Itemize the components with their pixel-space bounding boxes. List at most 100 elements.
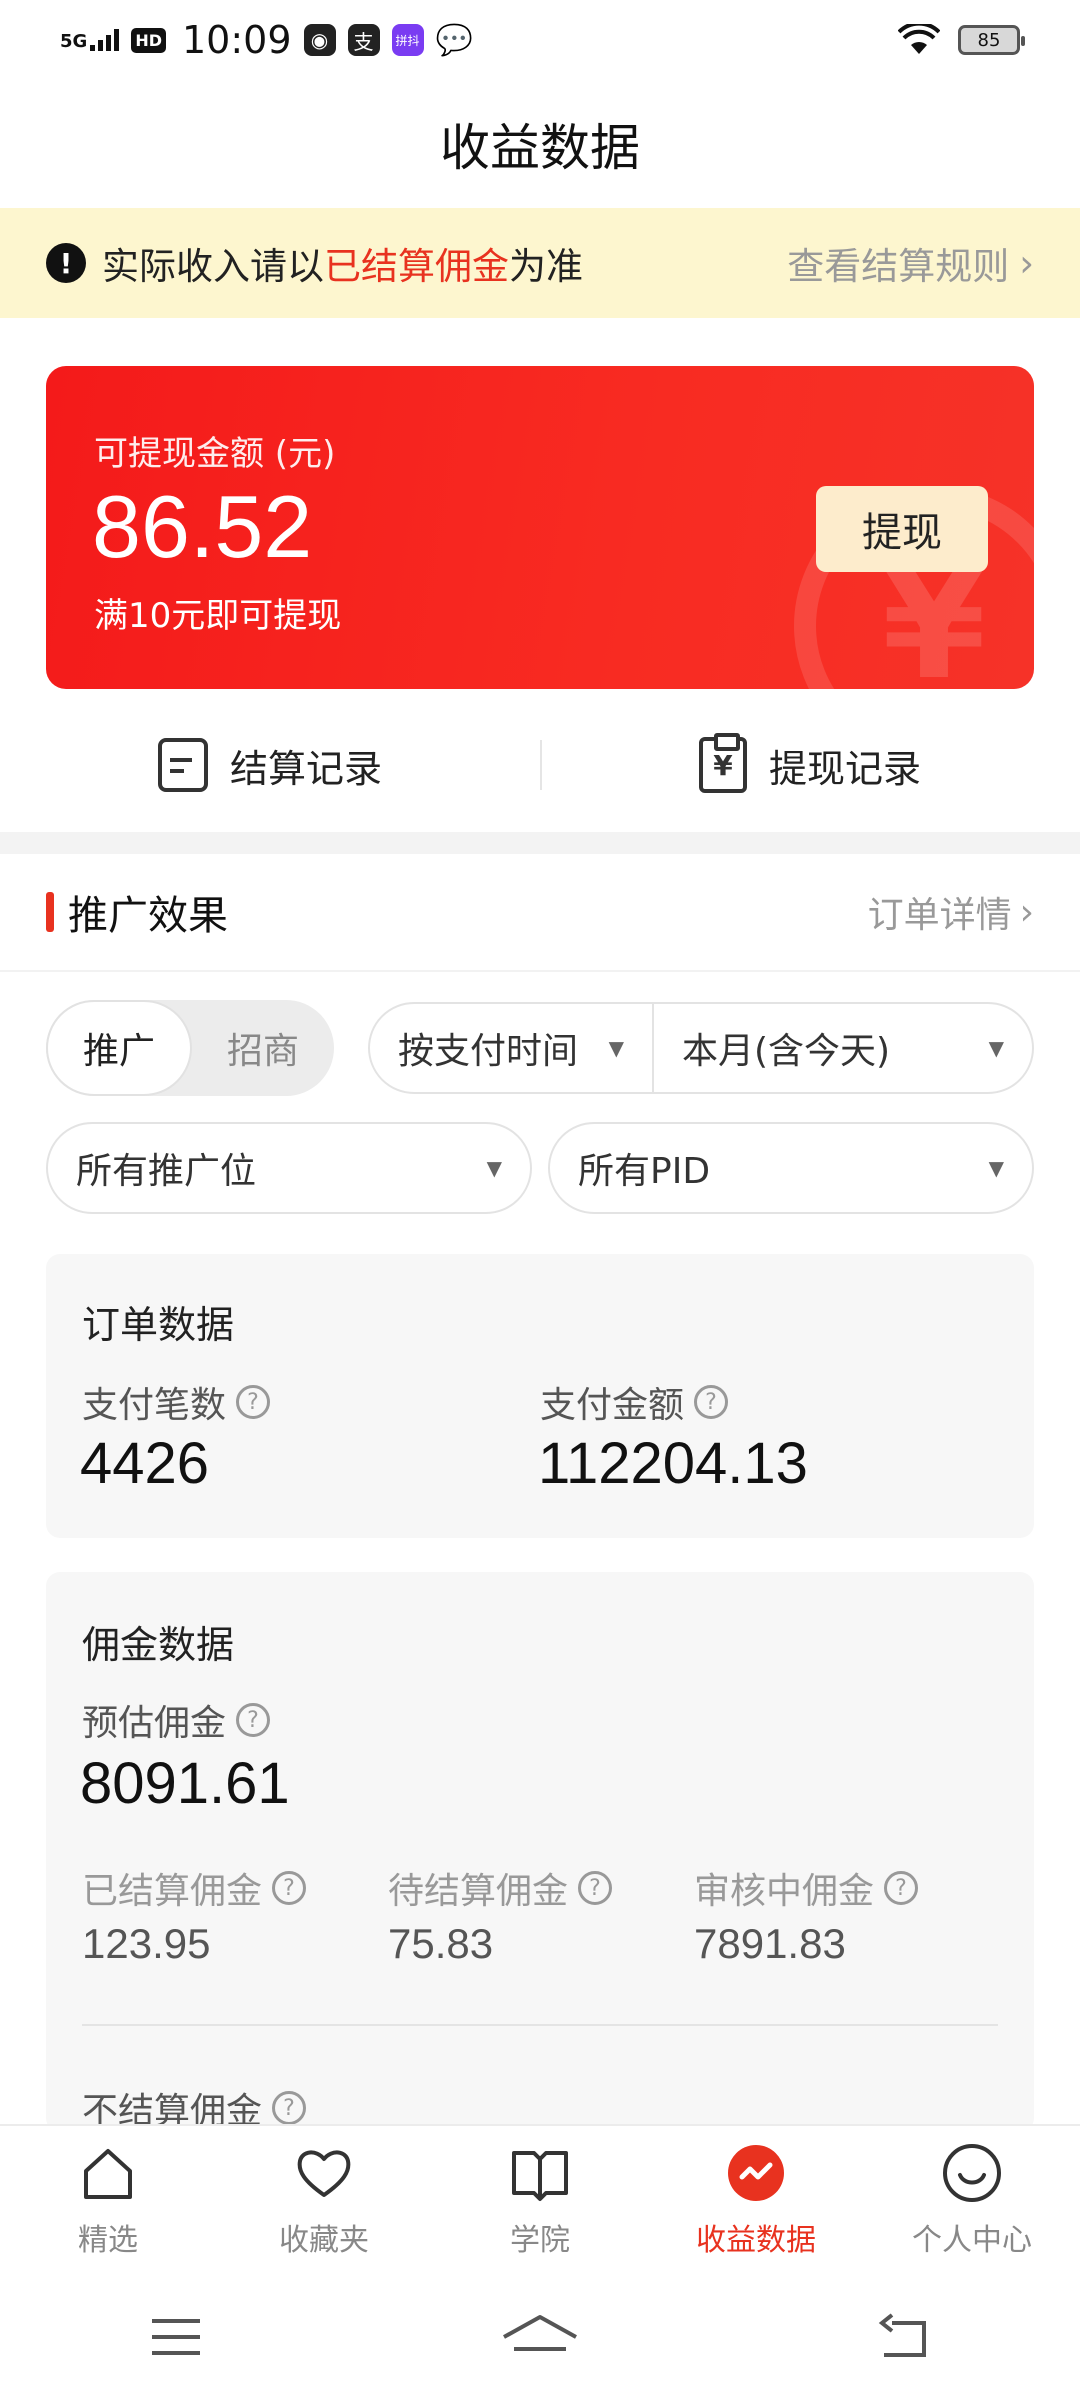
time-type-dropdown[interactable]: 按支付时间 ▼ — [370, 1004, 654, 1092]
withdrawal-records-button[interactable]: ¥ 提现记录 — [540, 710, 1080, 820]
help-icon[interactable]: ? — [272, 1871, 307, 1905]
commission-data-title: 佣金数据 — [82, 1623, 235, 1667]
smiley-icon — [943, 2144, 1001, 2202]
commission-divider — [82, 2024, 998, 2026]
segment-merchant[interactable]: 招商 — [192, 1000, 334, 1096]
order-details-link[interactable]: 订单详情 › — [868, 886, 1034, 938]
status-bar: 5G HD 10:09 ◉ 支 拼抖 💬 85 — [0, 0, 1080, 80]
notice-prefix: 实际收入请以 — [102, 245, 324, 288]
battery-icon: 85 — [958, 25, 1025, 55]
settlement-rules-label: 查看结算规则 — [787, 245, 1010, 288]
tab-academy-label: 学院 — [510, 2223, 570, 2258]
heart-icon — [297, 2150, 351, 2197]
help-icon[interactable]: ? — [884, 1871, 919, 1905]
order-details-label: 订单详情 — [867, 895, 1012, 936]
wifi-icon — [898, 24, 940, 54]
caret-down-icon: ▼ — [608, 1036, 624, 1060]
chevron-right-icon: › — [1019, 241, 1034, 285]
hd-badge: HD — [131, 27, 166, 53]
menu-icon[interactable] — [148, 2309, 204, 2365]
records-divider — [540, 740, 542, 790]
pending-label-group: 待结算佣金 ? — [388, 1862, 613, 1914]
book-icon — [512, 2151, 568, 2201]
withdrawal-records-label: 提现记录 — [768, 746, 921, 791]
caret-down-icon: ▼ — [988, 1036, 1004, 1060]
pending-label: 待结算佣金 — [388, 1871, 569, 1912]
help-icon[interactable]: ? — [272, 2091, 307, 2125]
home-nav-icon[interactable] — [500, 2309, 580, 2365]
earnings-icon — [728, 2145, 784, 2201]
estimate-value: 8091.61 — [80, 1751, 290, 1816]
back-icon[interactable] — [876, 2309, 932, 2365]
tab-profile-label: 个人中心 — [912, 2223, 1032, 2258]
time-filter-group: 按支付时间 ▼ 本月(含今天) ▼ — [368, 1002, 1034, 1094]
segment-promote[interactable]: 推广 — [46, 1000, 192, 1096]
pay-count-value: 4426 — [80, 1431, 210, 1496]
help-icon[interactable]: ? — [578, 1871, 613, 1905]
settled-label: 已结算佣金 — [82, 1871, 263, 1912]
notice-suffix: 为准 — [509, 245, 583, 288]
settlement-rules-link[interactable]: 查看结算规则 › — [787, 236, 1034, 290]
tab-featured[interactable]: 精选 — [0, 2126, 216, 2274]
pending-value: 75.83 — [388, 1920, 494, 1967]
tab-earnings[interactable]: 收益数据 — [648, 2126, 864, 2274]
pay-amount-label: 支付金额 — [540, 1385, 685, 1426]
system-nav-bar — [0, 2274, 1080, 2400]
tab-profile[interactable]: 个人中心 — [864, 2126, 1080, 2274]
period-dropdown[interactable]: 本月(含今天) ▼ — [654, 1004, 1032, 1092]
network-type: 5G — [60, 31, 88, 52]
segment-control: 推广 招商 — [46, 1000, 334, 1096]
settled-value: 123.95 — [82, 1920, 211, 1967]
settlement-records-label: 结算记录 — [229, 746, 382, 791]
tab-academy[interactable]: 学院 — [432, 2126, 648, 2274]
estimate-label-group: 预估佣金 ? — [82, 1694, 271, 1746]
camera-app-icon: ◉ — [303, 24, 336, 56]
settled-label-group: 已结算佣金 ? — [82, 1862, 307, 1914]
clipboard-yen-icon: ¥ — [698, 733, 747, 793]
chevron-right-icon: › — [1019, 891, 1034, 933]
withdraw-button[interactable]: 提现 — [816, 486, 988, 572]
position-value: 所有推广位 — [76, 1151, 257, 1192]
pindou-app-icon: 拼抖 — [391, 24, 424, 56]
order-data-title: 订单数据 — [82, 1303, 235, 1347]
section-accent-bar — [46, 892, 54, 932]
notice-highlight: 已结算佣金 — [324, 245, 509, 288]
help-icon[interactable]: ? — [236, 1385, 271, 1419]
caret-down-icon: ▼ — [486, 1156, 502, 1180]
battery-level: 85 — [977, 29, 1001, 51]
notice-banner: ! 实际收入请以 已结算佣金 为准 查看结算规则 › — [0, 208, 1080, 318]
pay-amount-value: 112204.13 — [538, 1431, 808, 1496]
balance-amount: 86.52 — [92, 477, 313, 576]
withdraw-tip: 满10元即可提现 — [94, 596, 342, 636]
balance-label: 可提现金额 (元) — [94, 434, 336, 474]
balance-card: ¥ 可提现金额 (元) 86.52 满10元即可提现 提现 — [46, 366, 1034, 689]
pay-count-label: 支付笔数 — [82, 1385, 227, 1426]
pid-value: 所有PID — [578, 1151, 711, 1192]
pay-count-label-group: 支付笔数 ? — [82, 1376, 271, 1428]
tab-favorites-label: 收藏夹 — [279, 2223, 369, 2258]
time-type-value: 按支付时间 — [398, 1031, 579, 1072]
bottom-tab-bar: 精选 收藏夹 学院 收益数据 个人中心 — [0, 2124, 1080, 2274]
help-icon[interactable]: ? — [236, 1703, 271, 1737]
document-icon — [157, 738, 208, 792]
promo-section-header: 推广效果 订单详情 › — [0, 854, 1080, 972]
wechat-icon: 💬 — [435, 22, 473, 58]
warning-icon: ! — [46, 243, 86, 283]
review-value: 7891.83 — [694, 1920, 846, 1967]
review-label: 审核中佣金 — [694, 1871, 875, 1912]
settlement-records-button[interactable]: 结算记录 — [0, 710, 540, 820]
tab-featured-label: 精选 — [78, 2223, 138, 2258]
review-label-group: 审核中佣金 ? — [694, 1862, 919, 1914]
tab-favorites[interactable]: 收藏夹 — [216, 2126, 432, 2274]
period-value: 本月(含今天) — [682, 1031, 891, 1072]
alipay-app-icon: 支 — [347, 24, 380, 56]
estimate-label: 预估佣金 — [82, 1703, 227, 1744]
section-gap — [0, 832, 1080, 854]
caret-down-icon: ▼ — [988, 1156, 1004, 1180]
pid-dropdown[interactable]: 所有PID ▼ — [548, 1122, 1034, 1214]
home-icon — [84, 2149, 132, 2199]
help-icon[interactable]: ? — [694, 1385, 729, 1419]
order-data-panel: 订单数据 支付笔数 ? 4426 支付金额 ? 112204.13 — [46, 1254, 1034, 1538]
position-dropdown[interactable]: 所有推广位 ▼ — [46, 1122, 532, 1214]
status-time: 10:09 — [181, 18, 292, 62]
